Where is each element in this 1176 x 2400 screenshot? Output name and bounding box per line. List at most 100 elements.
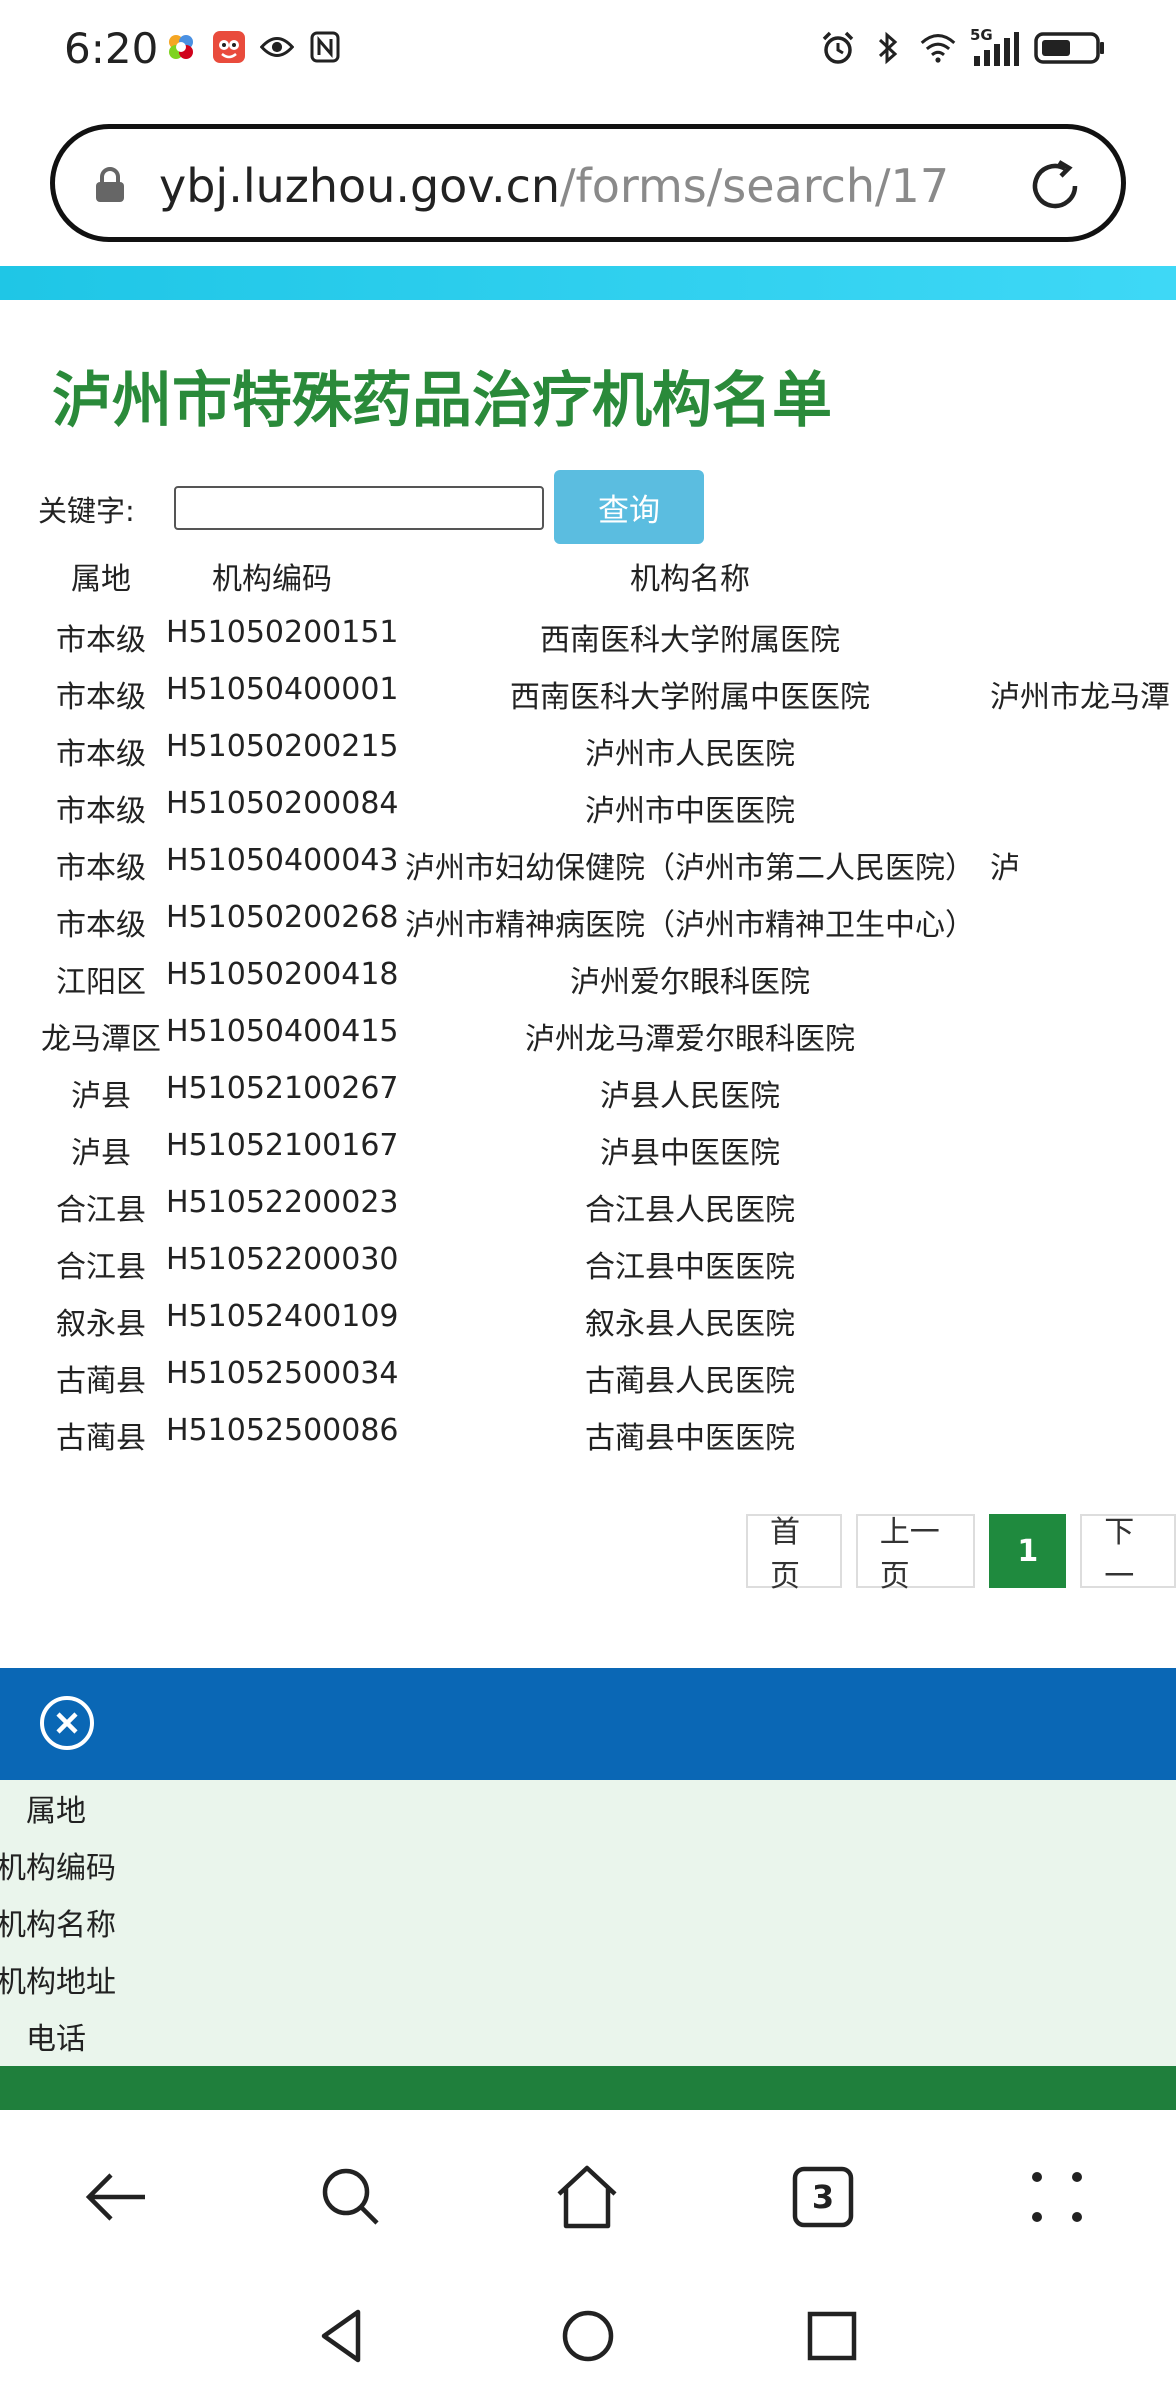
home-button[interactable] [552, 2162, 622, 2232]
cell-area: 叙永县 [56, 1307, 146, 1342]
table-row: 叙永县 H51052400109 叙永县人民医院 [0, 1287, 1176, 1344]
cell-name: 泸县人民医院 [600, 1079, 780, 1114]
cell-area: 市本级 [56, 851, 146, 886]
cell-name: 泸州龙马潭爱尔眼科医院 [525, 1022, 855, 1057]
cell-area: 市本级 [56, 623, 146, 658]
network-type-label: 5G [970, 26, 993, 44]
cell-area: 市本级 [56, 908, 146, 943]
system-back-icon[interactable] [310, 2304, 374, 2368]
cell-code: H51050400001 [166, 672, 399, 707]
nfc-icon [308, 30, 342, 64]
cell-area: 泸县 [71, 1079, 131, 1114]
dots-menu-icon [1032, 2172, 1082, 2222]
panel-field-phone: 电话 [26, 2022, 86, 2057]
search-button[interactable]: 查询 [554, 470, 704, 544]
back-arrow-icon [85, 2173, 145, 2221]
table-row: 龙马潭区 H51050400415 泸州龙马潭爱尔眼科医院 [0, 1002, 1176, 1059]
cell-area: 合江县 [56, 1250, 146, 1285]
table-row: 合江县 H51052200030 合江县中医医院 [0, 1230, 1176, 1287]
cell-name: 泸州爱尔眼科医院 [570, 965, 810, 1000]
first-page-button[interactable]: 首页 [746, 1514, 842, 1594]
prev-page-button[interactable]: 上一页 [855, 1514, 976, 1594]
status-bar: 6:20 5G [0, 0, 1176, 100]
cell-address: 泸 [990, 851, 1020, 886]
menu-button[interactable] [1022, 2162, 1092, 2232]
wifi-icon [920, 28, 956, 68]
keyword-label: 关键字: [38, 494, 135, 528]
pagination: 首页 上一页 1 下一 [746, 1514, 1176, 1594]
cell-code: H51052200030 [166, 1242, 399, 1277]
cell-area: 泸县 [71, 1136, 131, 1171]
url-text[interactable]: ybj.luzhou.gov.cn/forms/search/17 [159, 159, 949, 213]
table-body: 市本级 H51050200151 西南医科大学附属医院 市本级 H51050400001… [0, 603, 1176, 1458]
cell-name: 泸州市精神病医院（泸州市精神卫生中心） [405, 908, 975, 943]
cell-code: H51052500034 [166, 1356, 399, 1391]
tabs-button[interactable]: 3 [788, 2162, 858, 2232]
cell-area: 市本级 [56, 794, 146, 829]
search-icon [322, 2168, 379, 2225]
site-banner [0, 266, 1176, 300]
system-navigation-bar [0, 2280, 1176, 2400]
table-row: 市本级 H51050200151 西南医科大学附属医院 [0, 603, 1176, 660]
signal-5g-icon: 5G [970, 26, 1020, 68]
panel-field-address: 机构地址 [0, 1965, 116, 2000]
table-row: 市本级 H51050400043 泸州市妇幼保健院（泸州市第二人民医院） 泸 [0, 831, 1176, 888]
address-bar[interactable]: ybj.luzhou.gov.cn/forms/search/17 [50, 124, 1126, 242]
cell-code: H51050200268 [166, 900, 399, 935]
close-icon[interactable] [38, 1694, 96, 1752]
cell-name: 西南医科大学附属医院 [540, 623, 840, 658]
bluetooth-icon [870, 28, 906, 68]
table-row: 泸县 H51052100167 泸县中医医院 [0, 1116, 1176, 1173]
cell-name: 泸州市妇幼保健院（泸州市第二人民医院） [405, 851, 975, 886]
cell-name: 西南医科大学附属中医医院 [510, 680, 870, 715]
lock-icon [96, 167, 124, 202]
system-home-icon[interactable] [556, 2304, 620, 2368]
cell-name: 古蔺县中医医院 [585, 1421, 795, 1456]
table-row: 市本级 H51050200084 泸州市中医医院 [0, 774, 1176, 831]
cell-code: H51052200023 [166, 1185, 399, 1220]
home-icon [557, 2165, 617, 2229]
cell-name: 泸县中医医院 [600, 1136, 780, 1171]
cell-area: 市本级 [56, 680, 146, 715]
cell-area: 古蔺县 [56, 1364, 146, 1399]
cell-code: H51050200215 [166, 729, 399, 764]
cell-code: H51050200151 [166, 615, 399, 650]
reload-icon[interactable] [1025, 156, 1085, 216]
cell-area: 江阳区 [56, 965, 146, 1000]
table-row: 合江县 H51052200023 合江县人民医院 [0, 1173, 1176, 1230]
game-app-icon [212, 30, 246, 64]
cell-name: 古蔺县人民医院 [585, 1364, 795, 1399]
cell-code: H51052100267 [166, 1071, 399, 1106]
cell-code: H51052100167 [166, 1128, 399, 1163]
back-button[interactable] [82, 2162, 152, 2232]
header-area: 属地 [71, 562, 131, 597]
cell-name: 叙永县人民医院 [585, 1307, 795, 1342]
system-recents-icon[interactable] [800, 2304, 864, 2368]
cell-area: 龙马潭区 [41, 1022, 161, 1057]
search-button-nav[interactable] [316, 2162, 386, 2232]
cell-area: 古蔺县 [56, 1421, 146, 1456]
cell-code: H51050200084 [166, 786, 399, 821]
battery-icon [1034, 28, 1106, 68]
status-system-icons: 5G [820, 26, 1106, 68]
tab-count: 3 [811, 2178, 835, 2216]
next-page-button[interactable]: 下一 [1080, 1514, 1176, 1594]
table-row: 古蔺县 H51052500034 古蔺县人民医院 [0, 1344, 1176, 1401]
table-row: 古蔺县 H51052500086 古蔺县中医医院 [0, 1401, 1176, 1458]
cell-address: 泸州市龙马潭 [990, 680, 1170, 715]
table-row: 江阳区 H51050200418 泸州爱尔眼科医院 [0, 945, 1176, 1002]
cell-code: H51052500086 [166, 1413, 399, 1448]
cell-code: H51052400109 [166, 1299, 399, 1334]
table-row: 市本级 H51050200268 泸州市精神病医院（泸州市精神卫生中心） [0, 888, 1176, 945]
table-header-row: 属地 机构编码 机构名称 [0, 546, 1176, 603]
keyword-input[interactable] [174, 486, 544, 530]
url-host: ybj.luzhou.gov.cn [159, 159, 561, 213]
cell-code: H51050400043 [166, 843, 399, 878]
alarm-icon [820, 28, 856, 68]
panel-field-code: 机构编码 [0, 1851, 116, 1886]
institution-table: 属地 机构编码 机构名称 市本级 H51050200151 西南医科大学附属医院 市本… [0, 546, 1176, 1458]
cell-area: 市本级 [56, 737, 146, 772]
cell-name: 合江县中医医院 [585, 1250, 795, 1285]
current-page-button[interactable]: 1 [989, 1514, 1067, 1588]
table-row: 市本级 H51050400001 西南医科大学附属中医医院 泸州市龙马潭 [0, 660, 1176, 717]
